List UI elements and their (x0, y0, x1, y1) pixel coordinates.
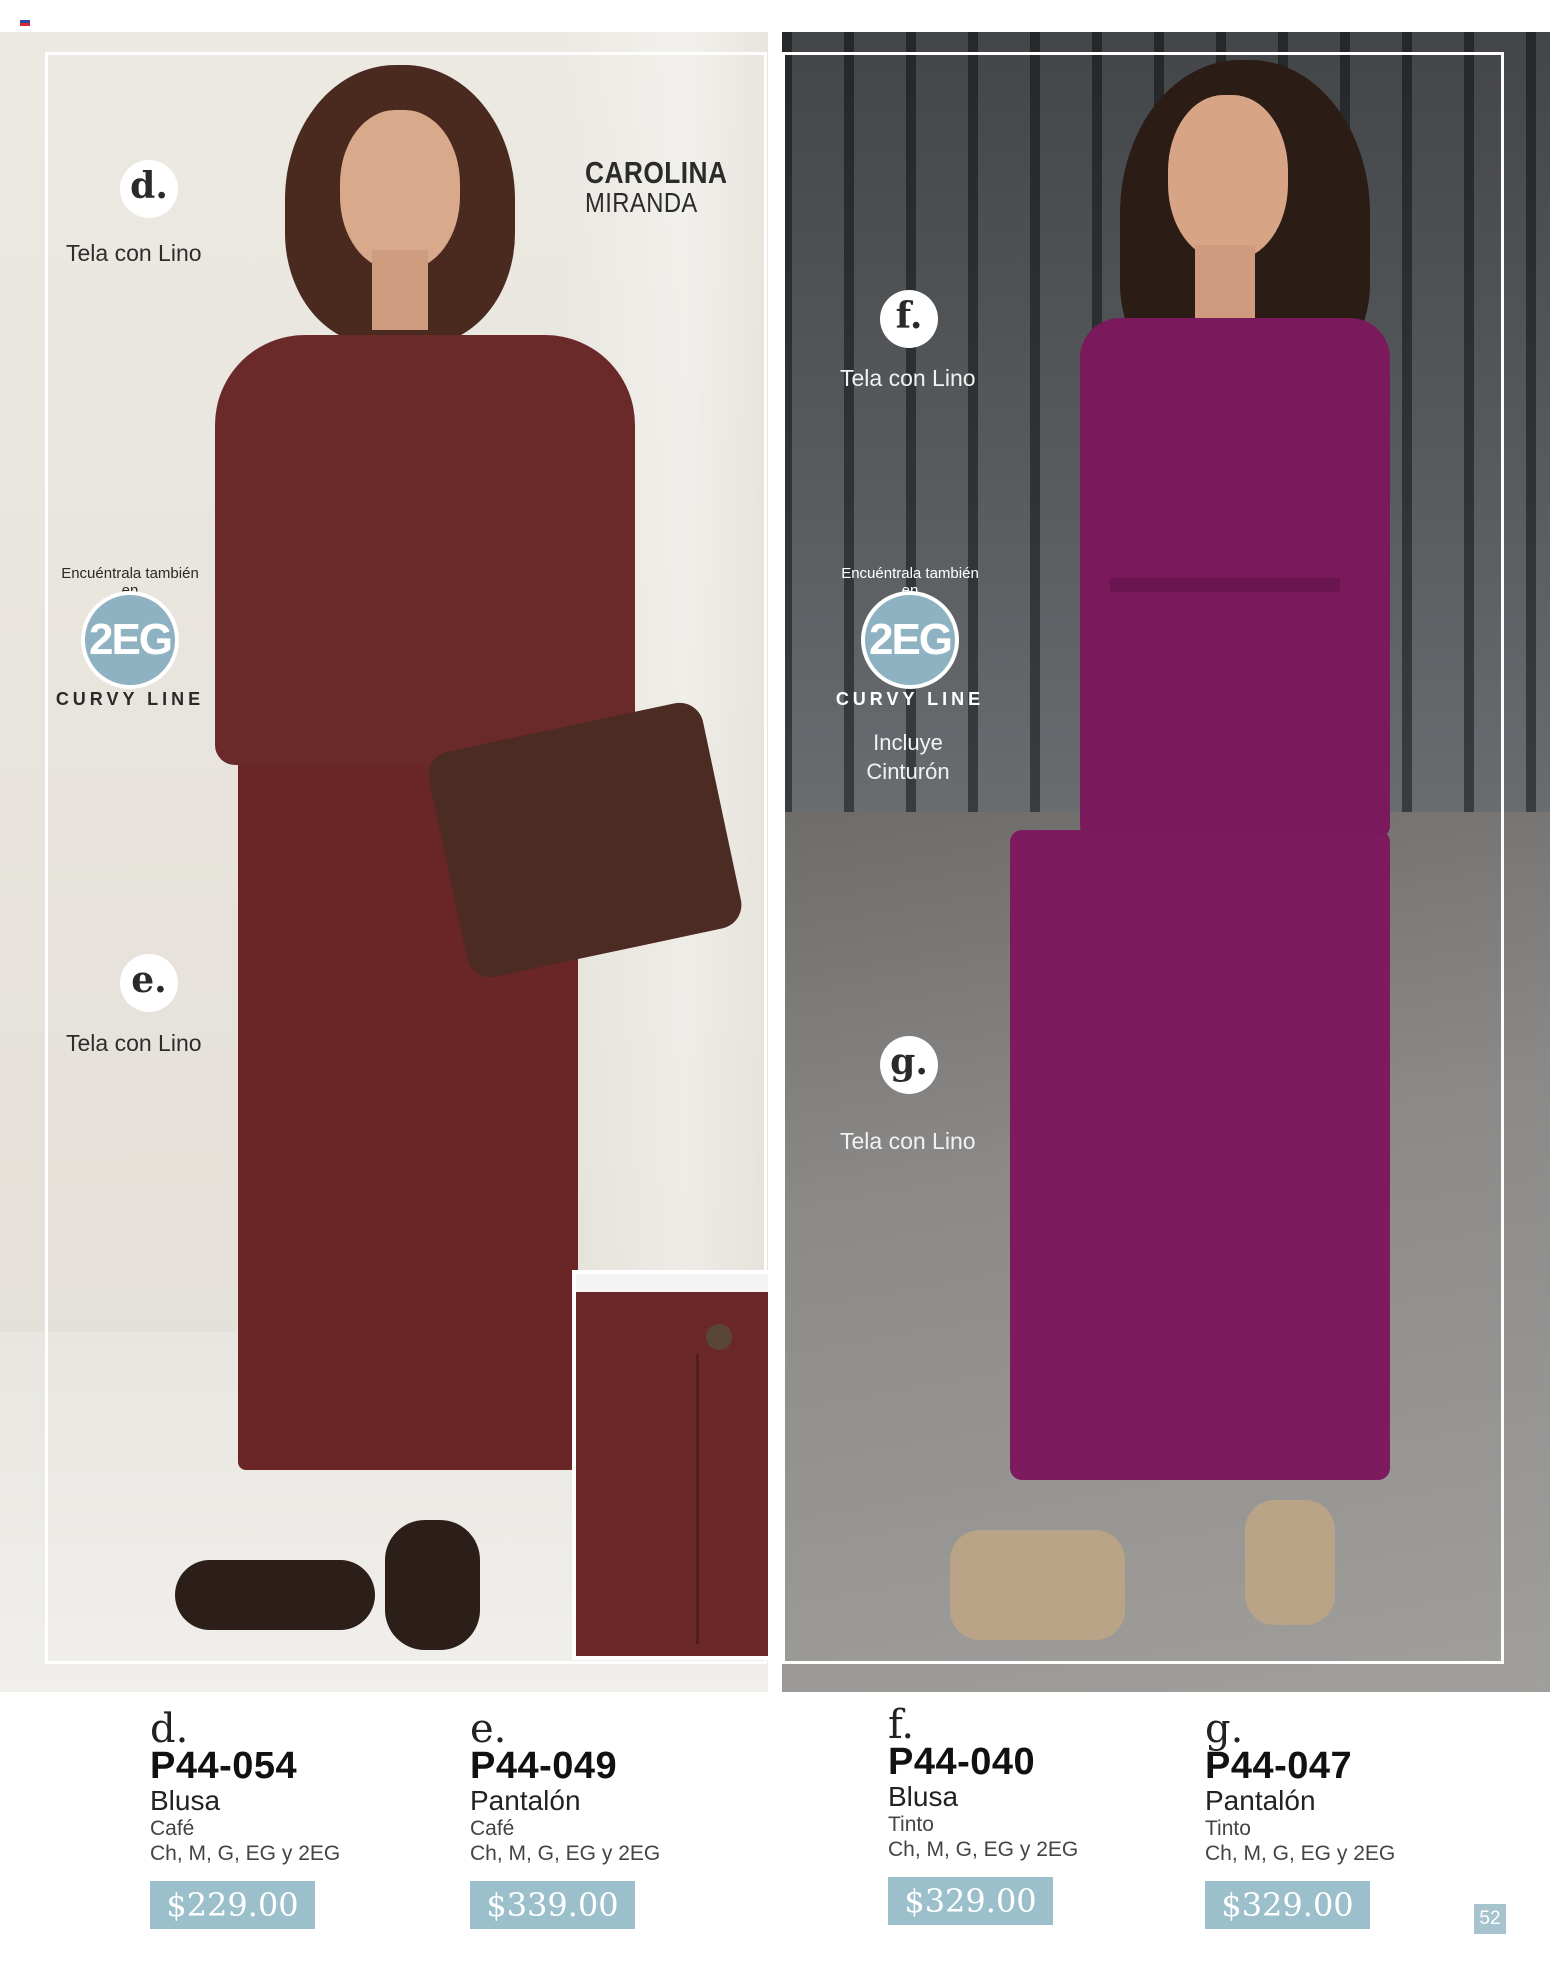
photo-frame-right (782, 52, 1504, 1664)
pants-detail-inset (572, 1270, 772, 1660)
product-sizes: Ch, M, G, EG y 2EG (888, 1838, 1079, 1861)
belt-included-note: Incluye Cinturón (866, 730, 950, 784)
product-sizes: Ch, M, G, EG y 2EG (470, 1842, 661, 1865)
product-g: g. P44-047 Pantalón Tinto Ch, M, G, EG y… (1205, 1706, 1465, 1929)
designer-first: CAROLINA (585, 155, 728, 190)
pants-seam (696, 1354, 699, 1644)
fabric-note-d: Tela con Lino (66, 240, 202, 266)
product-code: P44-049 (470, 1745, 618, 1787)
product-price: $329.00 (1205, 1881, 1370, 1929)
product-sizes: Ch, M, G, EG y 2EG (150, 1842, 341, 1865)
fabric-note-g: Tela con Lino (840, 1128, 976, 1154)
product-name: Pantalón (1205, 1785, 1316, 1816)
stamp-arc-bottom: CURVY LINE (55, 689, 205, 709)
product-f: f. P44-040 Blusa Tinto Ch, M, G, EG y 2E… (888, 1702, 1148, 1925)
product-code: P44-054 (150, 1745, 298, 1787)
flag-mark (20, 20, 30, 26)
product-color: Tinto (1205, 1817, 1251, 1840)
curvy-line-stamp: Encuéntrala también en 2EG CURVY LINE (835, 565, 985, 715)
pants-button (706, 1324, 732, 1350)
stamp-arc-bottom: CURVY LINE (835, 689, 985, 709)
designer-name: CAROLINA MIRANDA (585, 155, 728, 218)
product-code: P44-040 (888, 1741, 1036, 1783)
product-letter: g. (1205, 1706, 1244, 1752)
product-name: Blusa (150, 1785, 221, 1816)
product-letter: d. (150, 1706, 189, 1752)
badge-e: e. (120, 954, 178, 1012)
product-price: $229.00 (150, 1881, 315, 1929)
product-sizes: Ch, M, G, EG y 2EG (1205, 1842, 1396, 1865)
product-letter: e. (470, 1706, 507, 1752)
page-number: 52 (1474, 1904, 1506, 1934)
product-name: Blusa (888, 1781, 959, 1812)
product-price: $339.00 (470, 1881, 635, 1929)
stamp-code: 2EG (868, 615, 953, 664)
product-e: e. P44-049 Pantalón Café Ch, M, G, EG y … (470, 1706, 730, 1929)
badge-d: d. (120, 160, 178, 218)
product-color: Café (470, 1817, 515, 1840)
product-price: $329.00 (888, 1877, 1053, 1925)
curvy-line-stamp: Encuéntrala también en 2EG CURVY LINE (55, 565, 205, 715)
badge-f: f. (880, 290, 938, 348)
product-color: Tinto (888, 1813, 934, 1836)
product-name: Pantalón (470, 1785, 581, 1816)
stamp-code: 2EG (88, 615, 173, 664)
product-code: P44-047 (1205, 1745, 1353, 1787)
product-d: d. P44-054 Blusa Café Ch, M, G, EG y 2EG… (150, 1706, 410, 1929)
product-letter: f. (888, 1702, 915, 1748)
fabric-note-f: Tela con Lino (840, 365, 976, 391)
badge-g: g. (880, 1036, 938, 1094)
designer-last: MIRANDA (585, 187, 698, 218)
fabric-note-e: Tela con Lino (66, 1030, 202, 1056)
product-color: Café (150, 1817, 195, 1840)
